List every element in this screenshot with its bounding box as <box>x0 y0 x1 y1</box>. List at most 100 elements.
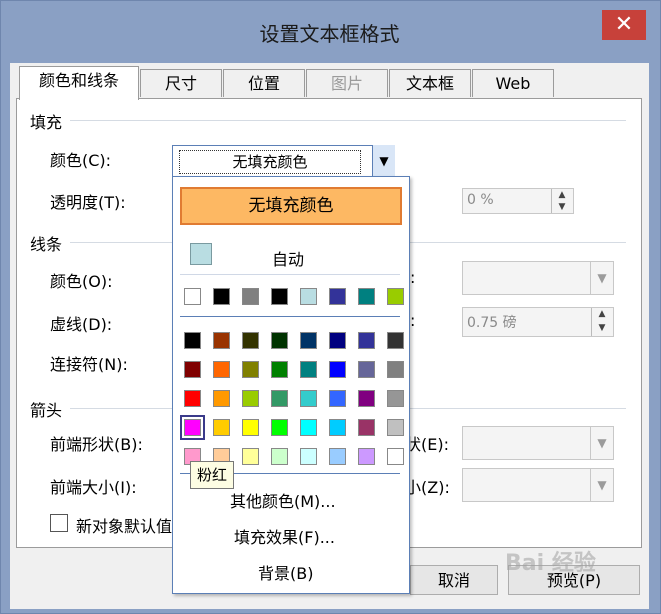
tab-web[interactable]: Web <box>472 69 554 97</box>
tab-size[interactable]: 尺寸 <box>140 69 222 97</box>
no-fill-button[interactable]: 无填充颜色 <box>180 187 402 225</box>
begin-size-label: 前端大小(I): <box>50 478 137 497</box>
line-style-dropdown: ▼ <box>462 261 614 295</box>
palette-color-swatch[interactable] <box>387 419 404 436</box>
palette-color-swatch[interactable] <box>387 448 404 465</box>
palette-color-swatch[interactable] <box>329 419 346 436</box>
palette-color-swatch[interactable] <box>242 332 259 349</box>
palette-color-swatch[interactable] <box>358 419 375 436</box>
recent-color-swatch[interactable] <box>387 288 404 305</box>
recent-color-swatch[interactable] <box>358 288 375 305</box>
watermark: Bai 经验 <box>505 551 596 576</box>
palette-color-swatch[interactable] <box>213 332 230 349</box>
popup-divider <box>180 316 400 317</box>
end-size-label: 小(Z): <box>405 478 450 497</box>
arrows-group-label: 箭头 <box>30 401 63 420</box>
palette-color-swatch[interactable] <box>180 415 205 440</box>
recent-color-swatch[interactable] <box>184 288 201 305</box>
palette-color-swatch[interactable] <box>300 419 317 436</box>
line-color-label: 颜色(O): <box>50 272 113 291</box>
palette-color-swatch[interactable] <box>387 390 404 407</box>
fill-color-value: 无填充颜色 <box>179 150 361 174</box>
transparency-spinner-buttons: ▲ ▼ <box>551 189 572 213</box>
line-weight-spinner: 0.75 磅 ▲ ▼ <box>462 307 614 337</box>
line-group-label: 线条 <box>30 235 63 254</box>
default-checkbox[interactable] <box>50 514 68 532</box>
tab-colors-and-lines[interactable]: 颜色和线条 <box>19 66 139 100</box>
palette-color-swatch[interactable] <box>329 361 346 378</box>
swatch-tooltip: 粉红 <box>190 461 234 489</box>
default-checkbox-label: 新对象默认值 <box>76 517 172 536</box>
end-style-dropdown: ▼ <box>462 426 614 460</box>
palette-color-swatch[interactable] <box>271 332 288 349</box>
line-style-label: : <box>410 268 416 287</box>
palette-color-swatch[interactable] <box>358 332 375 349</box>
connector-label: 连接符(N): <box>50 355 128 374</box>
fill-color-label: 颜色(C): <box>50 151 112 170</box>
palette-color-swatch[interactable] <box>387 361 404 378</box>
palette-color-swatch[interactable] <box>184 361 201 378</box>
palette-color-swatch[interactable] <box>329 332 346 349</box>
palette-color-swatch[interactable] <box>242 448 259 465</box>
palette-color-swatch[interactable] <box>358 448 375 465</box>
recent-color-swatch[interactable] <box>329 288 346 305</box>
palette-color-swatch[interactable] <box>271 361 288 378</box>
dash-label: 虚线(D): <box>50 315 113 334</box>
tab-textbox[interactable]: 文本框 <box>389 69 471 97</box>
tab-picture: 图片 <box>306 69 388 97</box>
recent-color-swatch[interactable] <box>242 288 259 305</box>
transparency-label: 透明度(T): <box>50 193 126 212</box>
fill-effects-item[interactable]: 填充效果(F)... <box>234 524 335 548</box>
recent-color-swatch[interactable] <box>213 288 230 305</box>
cancel-button[interactable]: 取消 <box>410 565 498 595</box>
auto-color-label[interactable]: 自动 <box>272 246 304 270</box>
palette-color-swatch[interactable] <box>242 419 259 436</box>
palette-color-swatch[interactable] <box>271 419 288 436</box>
palette-color-swatch[interactable] <box>300 361 317 378</box>
more-colors-item[interactable]: 其他颜色(M)... <box>230 488 336 512</box>
chevron-down-icon: ▼ <box>590 469 613 501</box>
transparency-value: 0 % <box>467 192 494 208</box>
palette-color-swatch[interactable] <box>300 390 317 407</box>
auto-color-swatch[interactable] <box>190 243 212 265</box>
palette-color-swatch[interactable] <box>358 390 375 407</box>
chevron-down-icon[interactable]: ▼ <box>372 145 395 177</box>
background-item[interactable]: 背景(B) <box>258 560 313 584</box>
close-button[interactable]: ✕ <box>602 10 646 40</box>
end-style-label: 状(E): <box>405 435 449 454</box>
chevron-down-icon: ▼ <box>590 262 613 294</box>
tab-position[interactable]: 位置 <box>223 69 305 97</box>
palette-color-swatch[interactable] <box>242 361 259 378</box>
spin-down-icon: ▼ <box>558 202 566 212</box>
line-weight-label: : <box>410 311 416 330</box>
palette-color-swatch[interactable] <box>242 390 259 407</box>
fill-group-label: 填充 <box>30 113 63 132</box>
spin-up-icon: ▲ <box>558 190 566 200</box>
recent-color-swatch[interactable] <box>300 288 317 305</box>
spin-down-icon: ▼ <box>598 323 606 333</box>
palette-color-swatch[interactable] <box>358 361 375 378</box>
palette-color-swatch[interactable] <box>329 448 346 465</box>
palette-color-swatch[interactable] <box>329 390 346 407</box>
recent-color-swatch[interactable] <box>271 288 288 305</box>
palette-color-swatch[interactable] <box>184 332 201 349</box>
end-size-dropdown: ▼ <box>462 468 614 502</box>
palette-color-swatch[interactable] <box>387 332 404 349</box>
palette-color-swatch[interactable] <box>213 361 230 378</box>
spin-up-icon: ▲ <box>598 309 606 319</box>
palette-color-swatch[interactable] <box>300 332 317 349</box>
chevron-down-icon: ▼ <box>590 427 613 459</box>
line-weight-value: 0.75 磅 <box>467 315 517 331</box>
palette-color-swatch[interactable] <box>271 448 288 465</box>
line-weight-spinner-buttons: ▲ ▼ <box>591 308 612 336</box>
dialog-title: 设置文本框格式 <box>259 22 400 46</box>
palette-color-swatch[interactable] <box>300 448 317 465</box>
fill-group-divider <box>70 120 626 121</box>
palette-color-swatch[interactable] <box>213 390 230 407</box>
transparency-spinner: 0 % ▲ ▼ <box>462 188 574 214</box>
palette-color-swatch[interactable] <box>213 419 230 436</box>
close-icon: ✕ <box>614 12 634 37</box>
title-bar[interactable]: 设置文本框格式 <box>0 0 659 62</box>
palette-color-swatch[interactable] <box>184 390 201 407</box>
palette-color-swatch[interactable] <box>271 390 288 407</box>
